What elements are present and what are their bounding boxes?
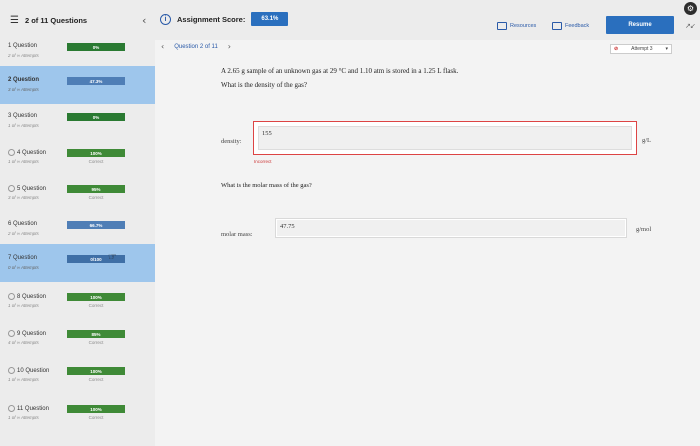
question-title: 1 Question [8,43,38,49]
question-list-header[interactable]: ☰ 2 of 11 Questions [0,0,155,40]
question-title: 3 Question [8,113,38,119]
incorrect-icon: ⊘ [614,46,619,52]
incorrect-status: Incorrect [254,159,272,164]
chevron-down-icon: ▾ [665,46,668,52]
sidebar-item-question-11[interactable]: 11 Question 1 of ∞ Attempts 100% Correct [0,402,155,439]
score-badge: 0% [67,113,125,121]
resources-button[interactable]: Resources [497,20,536,32]
sidebar-item-question-7[interactable]: 7 Question 0 of ∞ Attempts 0/100 ☞ [0,244,155,282]
status-text: Correct [88,377,104,382]
score-badge: 47.3% [67,77,125,85]
question-sidebar: 1 Question 2 of ∞ Attempts 0% 2 Question… [0,40,155,446]
question-title: 11 Question [17,405,49,412]
check-circle-icon [8,293,15,300]
status-text: Correct [88,303,104,308]
density-input[interactable]: 155 [258,126,632,150]
attempts-text: 2 of ∞ Attempts [8,53,39,58]
density-label: density: [221,138,242,145]
attempts-text: 1 of ∞ Attempts [8,303,39,308]
check-circle-icon [8,149,15,156]
question-title: 2 Question [8,77,40,83]
attempts-text: 1 of ∞ Attempts [8,159,39,164]
next-question-icon[interactable]: › [228,42,231,51]
check-circle-icon [8,330,15,337]
sidebar-item-question-2[interactable]: 2 Question 3 of ∞ Attempts 47.3% [0,66,155,104]
question-text-line2: What is the density of the gas? [221,81,307,89]
question-title: 7 Question [8,255,38,261]
molar-mass-input[interactable]: 47.75 [277,220,625,236]
question-title: 10 Question [17,367,50,374]
top-bar: ☰ 2 of 11 Questions ‹ i Assignment Score… [0,0,700,40]
check-circle-icon [8,367,15,374]
score-badge: 63.1% [251,12,289,26]
status-text: Correct [88,195,104,200]
molar-mass-answer-box: 47.75 [275,218,627,238]
resources-icon [497,22,507,30]
score-badge: 100% [67,405,125,413]
check-circle-icon [8,185,15,192]
score-badge: 100% [67,367,125,375]
score-badge: 0% [67,43,125,51]
question-navigation: ‹ Question 2 of 11 › [161,42,231,51]
question-count: 2 of 11 Questions [24,15,88,25]
feedback-button[interactable]: Feedback [552,20,589,32]
score-badge: 100% [67,149,125,157]
status-text: Correct [88,340,104,345]
attempts-text: 4 of ∞ Attempts [8,340,39,345]
score-badge: 95% [67,185,125,193]
check-circle-icon [8,405,15,412]
score-badge: 66.7% [67,221,125,229]
menu-icon[interactable]: ☰ [10,15,19,26]
info-icon[interactable]: i [160,13,171,25]
collapse-sidebar-icon[interactable]: ‹ [142,14,146,27]
attempt-selector[interactable]: ⊘ Attempt 3 ▾ [610,44,672,54]
question-title: 8 Question [17,293,47,300]
question-title: 6 Question [8,221,38,227]
score-label: Assignment Score: [177,14,246,24]
hand-cursor-icon: ☞ [108,252,117,263]
attempts-text: 3 of ∞ Attempts [8,87,39,92]
sidebar-item-question-8[interactable]: 8 Question 1 of ∞ Attempts 100% Correct [0,290,155,327]
molar-mass-unit: g/mol [636,226,652,233]
gear-icon[interactable]: ⚙ [684,2,697,15]
expand-icon[interactable]: ↗↙ [685,22,696,30]
molar-mass-question: What is the molar mass of the gas? [221,182,312,189]
attempts-text: 2 of ∞ Attempts [8,231,39,236]
question-text-line1: A 2.65 g sample of an unknown gas at 29 … [221,67,459,75]
sidebar-item-question-5[interactable]: 5 Question 3 of ∞ Attempts 95% Correct [0,182,155,219]
density-answer-box: 155 [253,121,637,155]
feedback-label: Feedback [565,23,590,29]
attempts-text: 1 of ∞ Attempts [8,415,39,420]
sidebar-item-question-10[interactable]: 10 Question 1 of ∞ Attempts 100% Correct [0,364,155,401]
sidebar-item-question-3[interactable]: 3 Question 1 of ∞ Attempts 0% [0,110,155,147]
question-title: 5 Question [17,185,47,192]
attempts-text: 1 of ∞ Attempts [8,123,39,128]
attempt-label: Attempt 3 [631,46,653,52]
question-title: 4 Question [17,149,47,156]
score-badge: 85% [67,330,125,338]
score-badge: 100% [67,293,125,301]
attempts-text: 0 of ∞ Attempts [8,265,39,270]
resources-label: Resources [510,23,537,29]
question-panel: ‹ Question 2 of 11 › ⊘ Attempt 3 ▾ A 2.6… [155,40,700,446]
attempts-text: 1 of ∞ Attempts [8,377,39,382]
assignment-score: i Assignment Score: 63.1% [160,12,289,26]
feedback-icon [552,22,562,30]
density-unit: g/L [642,137,652,144]
question-nav-label: Question 2 of 11 [174,43,218,50]
sidebar-item-question-9[interactable]: 9 Question 4 of ∞ Attempts 85% Correct [0,327,155,364]
question-title: 9 Question [17,330,47,337]
sidebar-item-question-4[interactable]: 4 Question 1 of ∞ Attempts 100% Correct [0,146,155,183]
previous-question-icon[interactable]: ‹ [161,42,164,51]
attempts-text: 3 of ∞ Attempts [8,195,39,200]
status-text: Correct [88,159,104,164]
resume-button[interactable]: Resume [606,16,674,34]
status-text: Correct [88,415,104,420]
molar-mass-label: molar mass: [221,231,253,238]
